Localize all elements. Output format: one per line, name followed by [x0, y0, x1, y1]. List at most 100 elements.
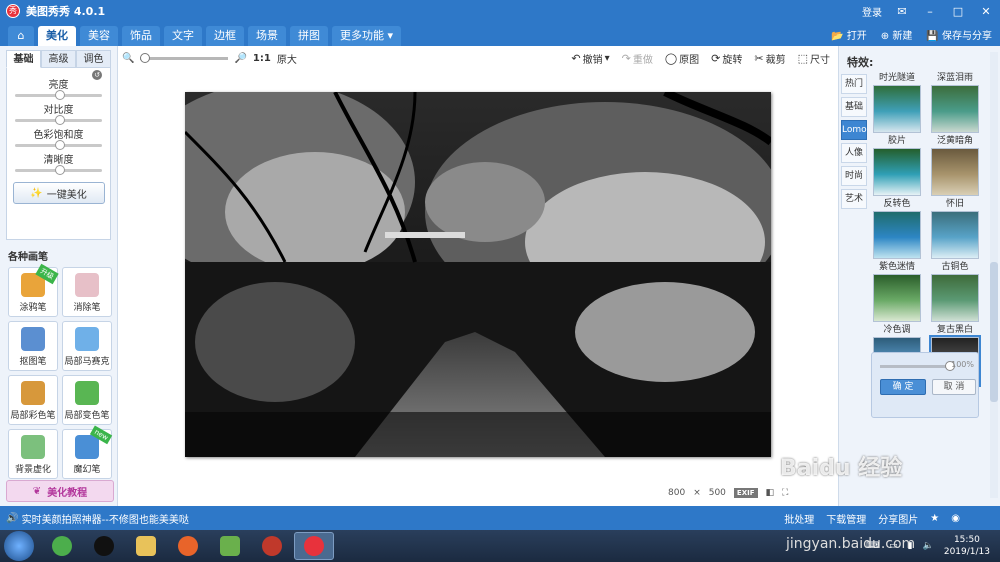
taskbar-360[interactable] — [42, 532, 82, 560]
effect-invert[interactable]: 反转色 — [871, 198, 923, 259]
brightness-slider[interactable] — [15, 90, 102, 100]
color-brush[interactable]: 局部彩色笔 — [8, 375, 58, 425]
confirm-button[interactable]: 确 定 — [880, 379, 926, 395]
zoom-in-icon[interactable]: 🔎 — [234, 53, 246, 64]
tab-scene[interactable]: 场景 — [248, 26, 286, 46]
effects-title: 特效: — [847, 56, 874, 69]
contrast-knob[interactable] — [55, 115, 65, 125]
close-button[interactable]: ✕ — [978, 5, 994, 18]
clock[interactable]: 15:50 2019/1/13 — [944, 534, 990, 558]
contrast-slider[interactable] — [15, 115, 102, 125]
tab-beautify[interactable]: 美化 — [38, 26, 76, 46]
category-hot[interactable]: 热门 — [841, 74, 867, 94]
compare-icon[interactable]: ◧ — [766, 488, 775, 498]
zoom-slider[interactable] — [140, 52, 229, 63]
magic-pen-icon — [75, 435, 99, 459]
taskbar-firefox[interactable] — [168, 532, 208, 560]
maximize-button[interactable]: □ — [950, 5, 966, 18]
brightness-knob[interactable] — [55, 90, 65, 100]
saturation-knob[interactable] — [55, 140, 65, 150]
zoom-ratio[interactable]: 1:1 — [253, 53, 271, 64]
status-message[interactable]: 实时美颜拍照神器--不修图也能美美哒 — [22, 511, 189, 526]
category-portrait[interactable]: 人像 — [841, 143, 867, 163]
taskbar-meitu[interactable] — [294, 532, 334, 560]
effect-thumbnail — [873, 274, 921, 322]
taskbar-video[interactable] — [210, 532, 250, 560]
subtab-color[interactable]: 调色 — [76, 50, 111, 68]
tab-accessories[interactable]: 饰品 — [122, 26, 160, 46]
crop-button[interactable]: ✂ 裁剪 — [754, 51, 785, 66]
cutout-brush[interactable]: 抠图笔 — [8, 321, 58, 371]
effect-thumbnail — [931, 148, 979, 196]
effect-time-tunnel[interactable]: 时光隧道 — [871, 72, 923, 133]
original-button[interactable]: ◯ 原图 — [665, 51, 699, 66]
doodle-brush[interactable]: 升级 涂鸦笔 — [8, 263, 59, 317]
undo-button[interactable]: ↶ 撤销 ▾ — [571, 51, 609, 66]
category-fashion[interactable]: 时尚 — [841, 166, 867, 186]
one-click-beautify-button[interactable]: ✨ 一键美化 — [12, 182, 105, 204]
effect-purple-love[interactable]: 紫色迷情 — [871, 261, 923, 322]
intensity-slider[interactable] — [880, 361, 955, 371]
sharpness-label: 清晰度 — [43, 155, 74, 166]
magic-brush[interactable]: new 魔幻笔 — [62, 425, 113, 479]
sharpness-knob[interactable] — [55, 165, 65, 175]
message-icon[interactable]: ✉ — [894, 5, 910, 18]
minimize-button[interactable]: – — [922, 5, 938, 18]
mosaic-brush[interactable]: 局部马赛克 — [62, 321, 112, 371]
taskbar-qq[interactable] — [84, 532, 124, 560]
taskbar-recorder[interactable] — [252, 532, 292, 560]
contrast-label: 对比度 — [43, 105, 74, 116]
new-button[interactable]: ⊕ 新建 — [881, 27, 913, 42]
category-art[interactable]: 艺术 — [841, 189, 867, 209]
edited-photo[interactable] — [185, 92, 771, 457]
category-lomo[interactable]: Lomo — [841, 120, 867, 140]
effect-film[interactable]: 胶片 — [871, 135, 923, 196]
saturation-slider[interactable] — [15, 140, 102, 150]
login-link[interactable]: 登录 — [862, 4, 882, 19]
reset-icon[interactable]: ↺ — [92, 70, 102, 80]
open-button[interactable]: 📂 打开 — [831, 27, 867, 42]
start-button[interactable] — [4, 531, 34, 561]
batch-button[interactable]: 批处理 — [784, 511, 814, 526]
subtab-basic[interactable]: 基础 — [6, 50, 41, 68]
title-bar: 秀 美图秀秀 4.0.1 登录 ✉ – □ ✕ — [0, 0, 1000, 22]
star-icon[interactable]: ★ — [930, 513, 939, 524]
tab-frame[interactable]: 边框 — [206, 26, 244, 46]
sharpness-slider[interactable] — [15, 165, 102, 175]
tab-text[interactable]: 文字 — [164, 26, 202, 46]
weibo-icon[interactable]: ◉ — [951, 513, 960, 524]
eraser-brush[interactable]: 消除笔 — [62, 267, 112, 317]
paintbrush-icon — [21, 381, 45, 405]
effects-scrollbar[interactable] — [990, 52, 998, 498]
category-basic[interactable]: 基础 — [841, 97, 867, 117]
scroll-thumb[interactable] — [990, 262, 998, 402]
tab-more[interactable]: 更多功能 ▾ — [332, 26, 402, 46]
original-size-button[interactable]: 原大 — [277, 51, 297, 66]
chevron-down-icon[interactable]: ▾ — [605, 53, 610, 64]
share-image-button[interactable]: 分享图片 — [878, 511, 918, 526]
tutorial-button[interactable]: ❦ 美化教程 — [6, 480, 114, 502]
home-tab[interactable]: ⌂ — [8, 26, 34, 46]
taskbar-explorer[interactable] — [126, 532, 166, 560]
tab-beauty[interactable]: 美容 — [80, 26, 118, 46]
effect-nostalgia[interactable]: 怀旧 — [929, 198, 981, 259]
recolor-brush[interactable]: 局部变色笔 — [62, 375, 112, 425]
volume-icon[interactable]: 🔈 — [923, 541, 934, 551]
redo-button[interactable]: ↷ 重做 — [622, 51, 653, 66]
size-button[interactable]: ⬚ 尺寸 — [798, 51, 830, 66]
zoom-out-icon[interactable]: 🔍 — [122, 53, 134, 64]
exif-button[interactable]: EXIF — [733, 488, 758, 498]
download-manager-button[interactable]: 下载管理 — [826, 511, 866, 526]
fullscreen-icon[interactable]: ⛶ — [782, 488, 788, 498]
save-share-button[interactable]: 💾 保存与分享 — [926, 27, 992, 42]
subtab-advanced[interactable]: 高级 — [41, 50, 76, 68]
tab-collage[interactable]: 拼图 — [290, 26, 328, 46]
zoom-knob[interactable] — [140, 52, 151, 63]
effect-deep-blue[interactable]: 深蓝泪雨 — [929, 72, 981, 133]
cancel-button[interactable]: 取 消 — [932, 379, 976, 395]
background-blur-brush[interactable]: 背景虚化 — [8, 429, 58, 479]
rotate-button[interactable]: ⟳ 旋转 — [711, 51, 742, 66]
effect-bronze[interactable]: 古铜色 — [929, 261, 981, 322]
effect-yellow-vignette[interactable]: 泛黄暗角 — [929, 135, 981, 196]
baidu-watermark: Baidu 经验 — [780, 456, 903, 481]
